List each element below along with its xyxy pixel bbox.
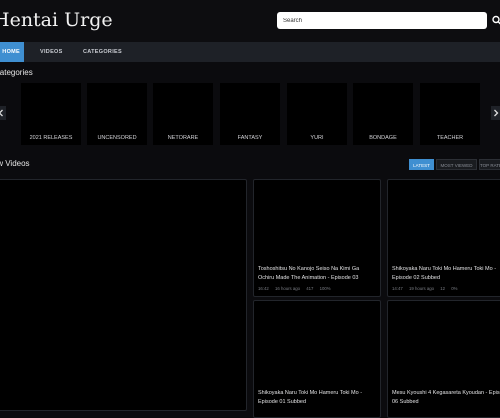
nav-videos[interactable]: VIDEOS — [40, 42, 63, 62]
video-card[interactable]: Shikoyaka Naru Toki Mo Hameru Toki Mo - … — [387, 179, 500, 297]
categories-heading: Categories — [0, 68, 33, 77]
categories-next-button[interactable] — [491, 106, 500, 120]
search-icon — [492, 15, 500, 25]
search-input[interactable] — [277, 12, 487, 29]
category-label: YURI — [310, 135, 324, 141]
category-label: 2021 RELEASES — [29, 135, 73, 141]
video-card[interactable]: Toshoshitsu No Kanojo Seiso Na Kimi Ga O… — [253, 179, 381, 297]
filter-most-viewed[interactable]: MOST VIEWED — [436, 159, 477, 170]
categories-prev-button[interactable] — [0, 106, 6, 120]
featured-video-card[interactable] — [0, 179, 247, 411]
site-header: Hentai Urge — [0, 0, 500, 42]
video-title[interactable]: Shikoyaka Naru Toki Mo Hameru Toki Mo - … — [258, 389, 376, 406]
video-title[interactable]: Mesu Kyoushi 4 Kegasareta Kyoudan - Epis… — [392, 389, 500, 406]
chevron-right-icon — [494, 109, 499, 117]
category-label: UNCENSORED — [97, 135, 137, 141]
nav-categories[interactable]: CATEGORIES — [83, 42, 122, 62]
video-title[interactable]: Toshoshitsu No Kanojo Seiso Na Kimi Ga O… — [258, 265, 376, 282]
filter-latest[interactable]: LATEST — [409, 159, 434, 170]
video-age: 16 hours ago — [274, 286, 301, 291]
search-button[interactable] — [488, 12, 500, 29]
video-views: 417 — [306, 286, 314, 291]
videos-heading: New Videos — [0, 159, 30, 168]
video-card[interactable]: Mesu Kyoushi 4 Kegasareta Kyoudan - Epis… — [387, 300, 500, 418]
video-title[interactable]: Shikoyaka Naru Toki Mo Hameru Toki Mo - … — [392, 265, 500, 282]
video-meta: 16:42 16 hours ago 417 100% — [258, 286, 336, 291]
category-label: BONDAGE — [369, 135, 397, 141]
video-meta: 14:47 19 hours ago 12 0% — [392, 286, 462, 291]
video-card[interactable]: Shikoyaka Naru Toki Mo Hameru Toki Mo - … — [253, 300, 381, 418]
main-nav: HOME VIDEOS CATEGORIES — [0, 42, 500, 62]
video-duration: 16:42 — [258, 286, 269, 291]
video-age: 19 hours ago — [408, 286, 435, 291]
site-logo[interactable]: Hentai Urge — [0, 9, 113, 31]
video-views: 12 — [440, 286, 446, 291]
chevron-left-icon — [0, 109, 3, 117]
category-label: FANTASY — [237, 135, 263, 141]
video-rating: 100% — [319, 286, 331, 291]
video-duration: 14:47 — [392, 286, 403, 291]
category-label: TEACHER — [436, 135, 464, 141]
filter-top-rated[interactable]: TOP RATED — [479, 159, 500, 170]
video-rating: 0% — [451, 286, 458, 291]
nav-home[interactable]: HOME — [0, 42, 24, 62]
category-label: NETORARE — [167, 135, 199, 141]
